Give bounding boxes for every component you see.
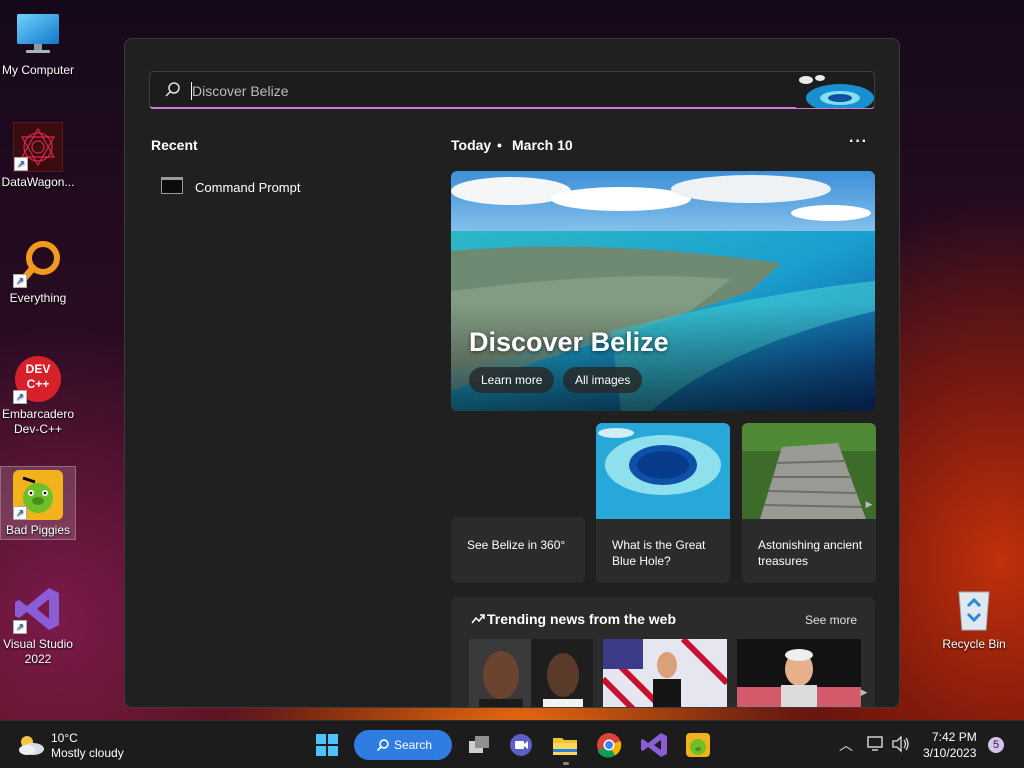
today-date: March 10: [512, 137, 573, 153]
visual-studio-icon: ↗: [13, 584, 63, 634]
clock-date[interactable]: 3/10/2023: [923, 746, 976, 760]
desktop-icon-recycle-bin[interactable]: Recycle Bin: [936, 584, 1012, 652]
recent-heading: Recent: [151, 137, 198, 153]
bad-piggies-icon: [686, 733, 710, 757]
today-separator: •: [497, 137, 502, 153]
search-highlight-thumbnail: [796, 72, 874, 108]
trending-title: Trending news from the web: [487, 611, 677, 627]
shortcut-arrow-icon: ↗: [13, 506, 27, 520]
card-caption: What is the Great Blue Hole?: [612, 538, 706, 568]
notification-badge[interactable]: 5: [988, 737, 1004, 753]
visual-studio-icon: [641, 733, 667, 757]
desktop-icon-label: Everything: [9, 291, 67, 305]
mayan-ruins-image: [742, 423, 876, 519]
all-images-button[interactable]: All images: [563, 367, 643, 393]
desktop-icon-label: Recycle Bin: [942, 637, 1006, 651]
desktop-icon-datawagon[interactable]: ↗ DataWagon...: [0, 122, 76, 190]
trending-news-image-3[interactable]: [737, 639, 861, 707]
card-caption: See Belize in 360°: [467, 538, 566, 552]
desktop-icon-label: Bad Piggies: [5, 523, 71, 537]
card-great-blue-hole[interactable]: What is the Great Blue Hole?: [596, 423, 730, 583]
desktop-icon-label: My Computer: [1, 63, 75, 77]
chrome-button[interactable]: [593, 729, 625, 761]
network-icon[interactable]: [866, 735, 886, 753]
search-icon: [165, 82, 180, 97]
desktop-icon-visual-studio[interactable]: ↗ Visual Studio 2022: [0, 584, 76, 667]
shortcut-arrow-icon: ↗: [13, 620, 27, 634]
magnifier-orange-icon: ↗: [13, 238, 63, 288]
show-hidden-icons-chevron-icon[interactable]: ︿: [839, 735, 853, 755]
recent-item-label: Command Prompt: [195, 180, 301, 195]
teams-chat-button[interactable]: [505, 729, 537, 761]
search-icon: [376, 739, 389, 752]
see-more-link[interactable]: See more: [805, 613, 857, 627]
search-box[interactable]: Discover Belize: [149, 71, 875, 109]
teams-chat-icon: [510, 734, 532, 756]
desktop-icon-bad-piggies[interactable]: ↗ Bad Piggies: [0, 466, 76, 540]
search-input[interactable]: Discover Belize: [192, 83, 288, 99]
card-belize-360[interactable]: See Belize in 360°: [451, 517, 585, 583]
recent-item-command-prompt[interactable]: Command Prompt: [151, 173, 401, 201]
volume-icon[interactable]: [891, 735, 911, 753]
datawagon-icon: ↗: [13, 122, 63, 172]
taskbar: 10°C Mostly cloudy Search ︿ 7:42 PM 3/10…: [0, 720, 1024, 768]
windows-logo-icon: [316, 734, 338, 756]
visual-studio-button[interactable]: [638, 729, 670, 761]
task-view-icon: [469, 736, 489, 753]
taskbar-search-button[interactable]: Search: [354, 730, 452, 760]
recycle-bin-icon: [949, 584, 999, 634]
desktop-icon-everything[interactable]: ↗ Everything: [0, 238, 76, 306]
trending-news-image-1[interactable]: [469, 639, 593, 707]
today-label: Today: [451, 137, 492, 153]
trending-arrow-icon: [471, 614, 485, 624]
desktop-icon-label: Embarcadero Dev-C++: [1, 407, 75, 436]
devcpp-icon-text: DEV C++: [25, 362, 51, 391]
hero-card[interactable]: Discover Belize Learn more All images: [451, 171, 875, 411]
shortcut-arrow-icon: ↗: [14, 157, 28, 171]
desktop-icon-label: Visual Studio 2022: [3, 637, 73, 666]
desktop-icon-label: DataWagon...: [1, 175, 75, 189]
trending-next-chevron-icon[interactable]: ▶: [859, 685, 869, 699]
next-card-chevron-icon[interactable]: ▶: [864, 497, 874, 511]
file-explorer-button[interactable]: [549, 729, 581, 761]
card-ancient-treasures[interactable]: ▶ Astonishing ancient treasures: [742, 423, 876, 583]
command-prompt-icon: [161, 177, 183, 194]
taskbar-search-label: Search: [394, 738, 433, 752]
shortcut-arrow-icon: ↗: [13, 274, 27, 288]
more-options-button[interactable]: ···: [849, 133, 868, 151]
clock-time[interactable]: 7:42 PM: [932, 730, 977, 744]
task-view-button[interactable]: [463, 729, 495, 761]
desktop-icon-my-computer[interactable]: My Computer: [0, 10, 76, 78]
learn-more-button[interactable]: Learn more: [469, 367, 555, 393]
devcpp-icon: DEV C++ ↗: [13, 354, 63, 404]
weather-cloud-icon: [19, 736, 44, 755]
weather-temperature[interactable]: 10°C: [51, 731, 78, 745]
trending-news-section: Trending news from the web See more ▶: [451, 597, 875, 707]
desktop-icon-devcpp[interactable]: DEV C++ ↗ Embarcadero Dev-C++: [0, 354, 76, 437]
trending-news-image-2[interactable]: [603, 639, 727, 707]
chrome-icon: [597, 733, 622, 758]
folder-icon: [553, 738, 577, 755]
blue-hole-image: [596, 423, 730, 519]
search-flyout: Discover Belize Recent Command Prompt To…: [124, 38, 900, 708]
hero-title: Discover Belize: [469, 327, 669, 357]
bad-piggies-icon: ↗: [13, 470, 63, 520]
active-app-indicator: [563, 762, 569, 765]
start-button[interactable]: [311, 729, 343, 761]
bad-piggies-button[interactable]: [682, 729, 714, 761]
card-caption: Astonishing ancient treasures: [758, 538, 863, 568]
monitor-icon: [13, 10, 63, 60]
weather-condition[interactable]: Mostly cloudy: [51, 746, 124, 760]
shortcut-arrow-icon: ↗: [13, 390, 27, 404]
